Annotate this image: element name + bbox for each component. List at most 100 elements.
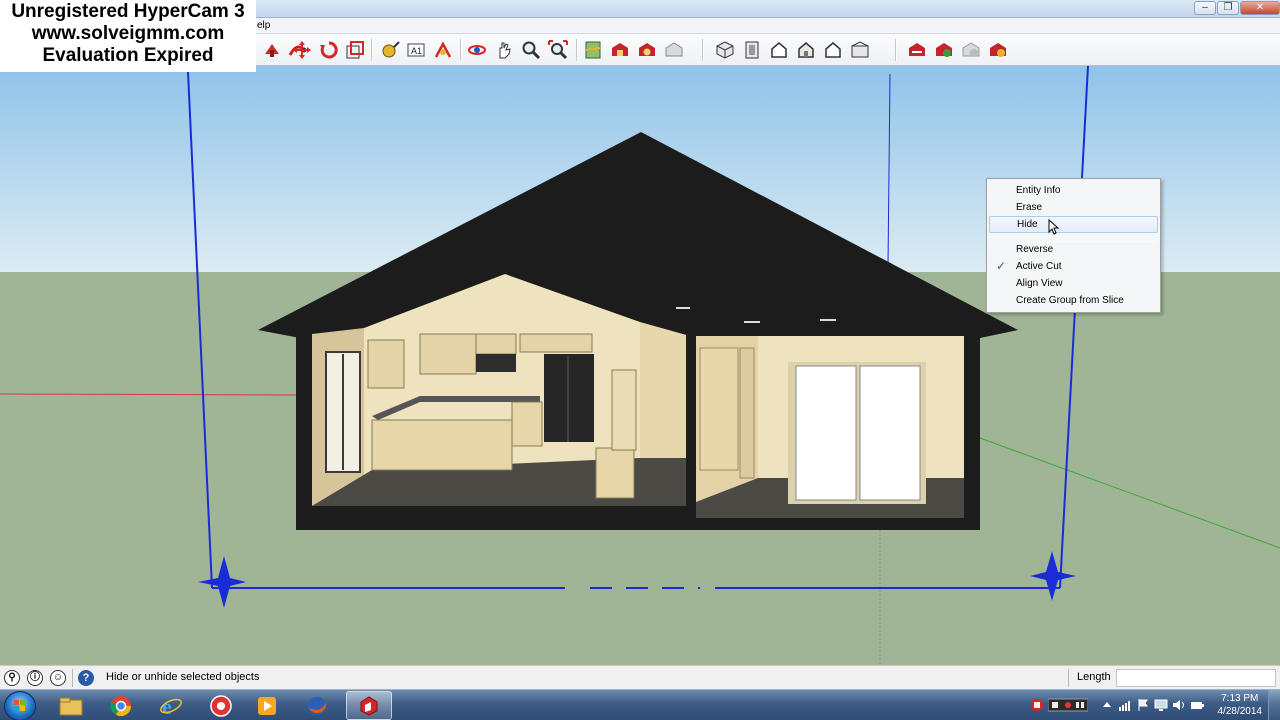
windows-logo-icon: [14, 700, 25, 711]
flag-icon[interactable]: [1136, 698, 1150, 712]
taskbar-explorer[interactable]: [48, 691, 94, 720]
svg-text:A1: A1: [411, 46, 422, 56]
move-icon[interactable]: [290, 38, 314, 62]
toolbar-separator: [895, 39, 897, 61]
taskbar-clock[interactable]: 7:13 PM 4/28/2014: [1218, 692, 1263, 718]
media-player-icon: [258, 696, 276, 715]
closet-door: [699, 347, 739, 471]
status-bar: ⚲ ⓘ ☺ ? Hide or unhide selected objects …: [0, 665, 1280, 689]
upper-cabinet-left: [367, 339, 405, 389]
check-icon: ✓: [996, 259, 1007, 273]
internet-explorer-icon: e: [160, 694, 182, 718]
tray-arrow-icon[interactable]: [1100, 698, 1114, 712]
menu-help[interactable]: elp: [257, 20, 270, 31]
text-icon[interactable]: [431, 38, 455, 62]
user-icon[interactable]: ☺: [50, 670, 66, 686]
volume-icon[interactable]: [1172, 698, 1186, 712]
pan-icon[interactable]: [492, 38, 516, 62]
zoom-icon[interactable]: [519, 38, 543, 62]
power-icon[interactable]: [1190, 698, 1204, 712]
left-view-icon[interactable]: [848, 38, 872, 62]
center-wall-cut: [686, 334, 696, 518]
microwave: [476, 354, 516, 372]
menu-item-hide[interactable]: Hide: [989, 216, 1158, 235]
refrigerator: [544, 354, 594, 442]
left-wall-cut: [296, 334, 312, 530]
firefox-icon: [308, 696, 327, 715]
model-viewport[interactable]: [0, 66, 1280, 665]
menu-item-label: Create Group from Slice: [1016, 295, 1124, 306]
iso-view-icon[interactable]: [713, 38, 737, 62]
recorder-controls-icon[interactable]: [1048, 698, 1088, 712]
scale-icon[interactable]: [343, 38, 367, 62]
pantry-unit: [595, 447, 635, 499]
taskbar-sketchup[interactable]: [346, 691, 392, 720]
push-pull-icon[interactable]: [260, 38, 284, 62]
kitchen-island: [371, 419, 513, 471]
minimize-button[interactable]: –: [1194, 1, 1216, 15]
status-message: Hide or unhide selected objects: [106, 671, 260, 683]
rotate-icon[interactable]: [317, 38, 341, 62]
network-icon[interactable]: [1118, 698, 1132, 712]
upper-cabinet-hood: [475, 333, 517, 355]
right-wall-cut: [964, 334, 980, 530]
context-menu: Entity Info Erase Hide Reverse ✓ Active …: [986, 178, 1161, 313]
tape-measure-icon[interactable]: [378, 38, 402, 62]
map-icon[interactable]: [581, 38, 605, 62]
taskbar-firefox[interactable]: [294, 691, 340, 720]
pantry-door: [611, 369, 637, 451]
menu-item-label: Entity Info: [1016, 185, 1061, 196]
zoom-extents-icon[interactable]: [546, 38, 570, 62]
chrome-icon: [110, 695, 132, 716]
section-plane-icon[interactable]: [905, 38, 929, 62]
status-divider: [1068, 669, 1069, 687]
dimension-icon[interactable]: A1: [404, 38, 428, 62]
record-indicator-icon[interactable]: [1030, 698, 1044, 712]
section-fill-icon[interactable]: [986, 38, 1010, 62]
menu-item-align-view[interactable]: Align View: [989, 275, 1158, 292]
extension-icon[interactable]: [662, 38, 686, 62]
upper-cabinet-right: [519, 333, 593, 353]
measurements-input[interactable]: [1116, 669, 1276, 687]
menu-item-reverse[interactable]: Reverse: [989, 241, 1158, 258]
upper-cabinet-mid: [419, 333, 477, 375]
help-icon[interactable]: ?: [78, 670, 94, 686]
measurements-label: Length: [1077, 671, 1111, 683]
menu-item-label: Hide: [1017, 219, 1038, 230]
recorder-icon: [210, 694, 232, 717]
menu-item-erase[interactable]: Erase: [989, 199, 1158, 216]
menu-item-create-group-from-slice[interactable]: Create Group from Slice: [989, 292, 1158, 309]
back-view-icon[interactable]: [821, 38, 845, 62]
top-view-icon[interactable]: [740, 38, 764, 62]
toolbar-separator: [460, 39, 462, 61]
section-cut-icon[interactable]: [959, 38, 983, 62]
restore-button[interactable]: ❐: [1217, 1, 1239, 15]
patio-door-left: [795, 365, 857, 501]
close-button[interactable]: ✕: [1240, 1, 1280, 15]
watermark-line-2: www.solveigmm.com: [31, 23, 225, 44]
taskbar-media-player[interactable]: [244, 691, 290, 720]
orbit-icon[interactable]: [465, 38, 489, 62]
credits-icon[interactable]: ⓘ: [27, 670, 43, 686]
display-icon[interactable]: [1154, 698, 1168, 712]
menu-item-active-cut[interactable]: ✓ Active Cut: [989, 258, 1158, 275]
menu-item-entity-info[interactable]: Entity Info: [989, 182, 1158, 199]
explorer-icon: [59, 697, 83, 715]
right-view-icon[interactable]: [794, 38, 818, 62]
patio-door-right: [859, 365, 921, 501]
taskbar-chrome[interactable]: [98, 691, 144, 720]
front-view-icon[interactable]: [767, 38, 791, 62]
warehouse-get-icon[interactable]: [608, 38, 632, 62]
watermark-line-3: Evaluation Expired: [42, 45, 214, 66]
windows-taskbar: e 7:13 PM 4/28/2014: [0, 689, 1280, 720]
menu-item-label: Erase: [1016, 202, 1043, 213]
start-button[interactable]: [4, 691, 36, 720]
warehouse-share-icon[interactable]: [635, 38, 659, 62]
taskbar-internet-explorer[interactable]: e: [148, 691, 194, 720]
section-display-icon[interactable]: [932, 38, 956, 62]
mouse-cursor-icon: [1048, 219, 1060, 235]
show-desktop-button[interactable]: [1268, 690, 1280, 720]
geo-location-icon[interactable]: ⚲: [4, 670, 20, 686]
sketchup-icon: [360, 695, 378, 716]
taskbar-recorder[interactable]: [198, 691, 244, 720]
